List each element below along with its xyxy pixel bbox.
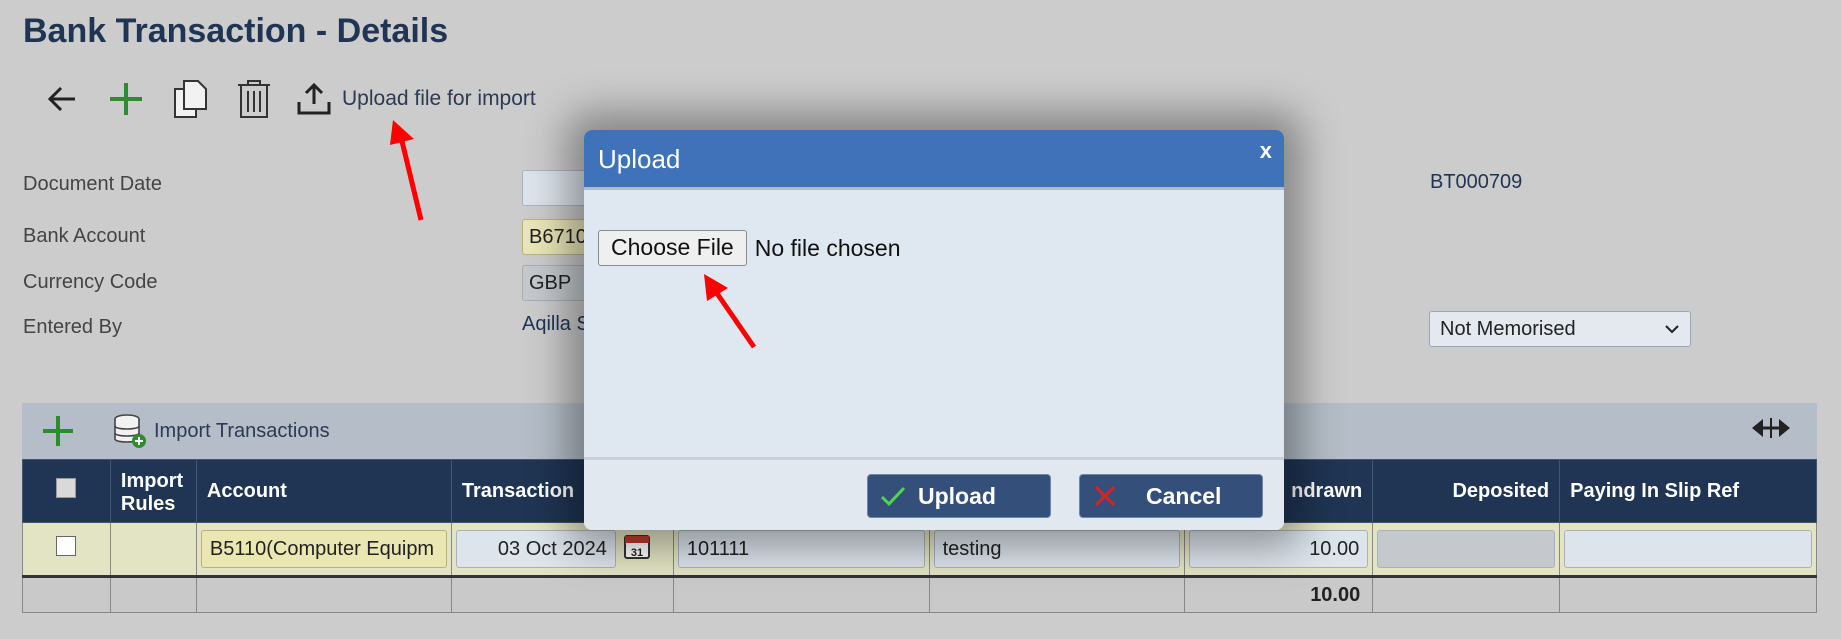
- copy-icon[interactable]: [168, 77, 212, 121]
- document-date-input[interactable]: [522, 170, 592, 206]
- row-checkbox[interactable]: [56, 536, 77, 556]
- annotation-arrow-toolbar: [390, 120, 424, 221]
- upload-dialog-body: Choose File No file chosen: [584, 187, 1284, 457]
- upload-file-label: Upload file for import: [342, 87, 536, 110]
- upload-button-label: Upload: [918, 482, 996, 509]
- database-add-icon: [114, 414, 146, 448]
- document-number: BT000709: [1430, 171, 1523, 193]
- reference-cell: 101111: [672, 522, 930, 577]
- bank-account-label: Bank Account: [23, 225, 146, 247]
- paying-in-slip-cell: [1559, 522, 1817, 577]
- description-input[interactable]: testing: [933, 530, 1181, 568]
- back-arrow-icon[interactable]: [40, 77, 84, 121]
- select-all-checkbox[interactable]: [56, 478, 77, 498]
- calendar-icon[interactable]: 31: [623, 532, 651, 566]
- add-line-icon[interactable]: [30, 403, 86, 459]
- header-import-rules[interactable]: Import Rules: [109, 459, 197, 523]
- upload-dialog: Upload x Choose File No file chosen Uplo…: [584, 130, 1284, 530]
- description-cell: testing: [928, 522, 1186, 577]
- entered-by-label: Entered By: [23, 316, 122, 338]
- deposited-input: [1377, 530, 1556, 568]
- memorise-select[interactable]: Not Memorised: [1429, 311, 1691, 347]
- upload-dialog-title: Upload: [598, 144, 681, 174]
- import-rules-cell: [109, 522, 197, 577]
- header-account[interactable]: Account: [195, 459, 452, 523]
- calendar-day: 31: [631, 547, 643, 559]
- totals-row: 10.00: [22, 575, 1817, 613]
- entered-by-value: Aqilla S: [522, 313, 584, 335]
- cancel-button[interactable]: Cancel: [1079, 474, 1263, 518]
- upload-button[interactable]: Upload: [867, 474, 1051, 518]
- row-select-cell: [22, 522, 111, 577]
- add-icon[interactable]: [104, 77, 148, 121]
- total-withdrawn: 10.00: [1184, 575, 1374, 613]
- cancel-button-label: Cancel: [1146, 482, 1222, 509]
- choose-file-button[interactable]: Choose File: [598, 230, 747, 266]
- resize-columns-icon[interactable]: [1751, 415, 1791, 446]
- import-transactions-button[interactable]: Import Transactions: [112, 413, 330, 449]
- select-all-header[interactable]: [22, 459, 111, 523]
- reference-input[interactable]: 101111: [677, 530, 925, 568]
- account-cell: B5110(Computer Equipm: [195, 522, 452, 577]
- annotation-arrow-choose-file: [704, 274, 757, 349]
- table-row: B5110(Computer Equipm 03 Oct 2024 31 101…: [22, 522, 1817, 577]
- cross-icon: [1080, 485, 1130, 507]
- upload-icon: [297, 82, 331, 115]
- import-transactions-label: Import Transactions: [154, 419, 330, 442]
- withdrawn-input[interactable]: 10.00: [1189, 530, 1369, 568]
- header-paying-in-slip-ref[interactable]: Paying In Slip Ref: [1559, 459, 1817, 523]
- file-input: Choose File No file chosen: [598, 230, 1270, 266]
- header-deposited[interactable]: Deposited: [1372, 459, 1561, 523]
- date-cell: 03 Oct 2024 31: [450, 522, 674, 577]
- delete-icon[interactable]: [232, 77, 276, 121]
- currency-code-label: Currency Code: [23, 271, 158, 293]
- chevron-down-icon: [1665, 325, 1679, 334]
- upload-dialog-header: Upload x: [584, 130, 1284, 187]
- document-date-label: Document Date: [23, 173, 162, 195]
- upload-file-button[interactable]: Upload file for import: [296, 82, 536, 116]
- deposited-cell: [1372, 522, 1561, 577]
- paying-in-slip-input[interactable]: [1564, 530, 1812, 568]
- no-file-text: No file chosen: [754, 234, 901, 261]
- check-icon: [868, 485, 918, 507]
- transaction-date-input[interactable]: 03 Oct 2024: [455, 530, 616, 568]
- account-input[interactable]: B5110(Computer Equipm: [200, 530, 447, 568]
- upload-dialog-footer: Upload Cancel: [584, 457, 1284, 530]
- currency-code-input: GBP: [522, 265, 592, 301]
- memorise-select-value: Not Memorised: [1440, 317, 1576, 340]
- main-toolbar: Upload file for import: [40, 74, 536, 124]
- withdrawn-cell: 10.00: [1184, 522, 1374, 577]
- close-icon[interactable]: x: [1260, 138, 1272, 164]
- bank-account-input[interactable]: B6710: [522, 219, 592, 255]
- page-title: Bank Transaction - Details: [23, 12, 449, 50]
